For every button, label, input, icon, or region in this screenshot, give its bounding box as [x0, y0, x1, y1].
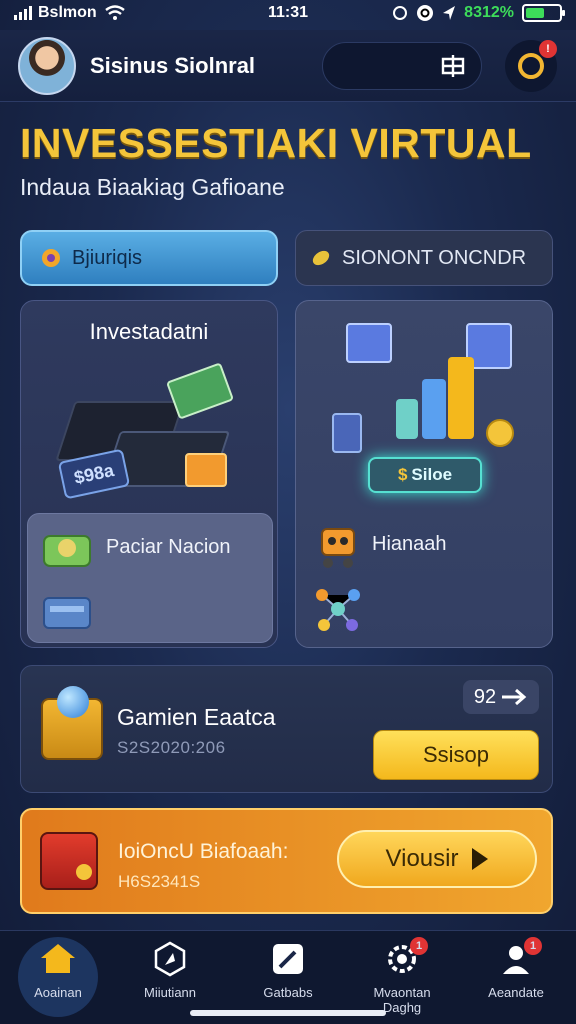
investment-card-title: Investadatni: [89, 319, 209, 344]
cash-stack-illustration: $98a: [51, 362, 251, 505]
home-indicator: [190, 1010, 386, 1016]
tabbar-item-explore[interactable]: Miiutiann: [124, 939, 216, 1000]
analytics-card[interactable]: $ Siloe Hianaah: [295, 300, 553, 648]
wifi-icon: [104, 5, 125, 20]
page-subtitle: Indaua Biaakiag Gafioane: [20, 174, 285, 200]
tabbar-item-home[interactable]: Aoainan: [12, 939, 104, 1000]
location-icon: [443, 6, 456, 20]
carrier-name: Bslmon: [38, 4, 97, 21]
home-icon: [41, 944, 75, 974]
promo-title: IoiOncU Biafoaah:: [118, 840, 289, 863]
count-pill[interactable]: 92: [463, 680, 539, 714]
promo-subtitle: H6S2341S: [118, 872, 201, 891]
page-title: INVESSESTIAKI VIRTUAL: [20, 120, 532, 166]
coin-box-icon: [43, 535, 91, 567]
treasure-chest-icon: [41, 686, 103, 760]
tabbar-item-games[interactable]: Gatbabs: [242, 939, 334, 1000]
search-bar[interactable]: [322, 42, 482, 90]
tabbar-label-games: Gatbabs: [263, 985, 313, 1000]
gift-box-icon: [40, 832, 98, 890]
username: Sisinus Siolnral: [90, 52, 256, 78]
dollar-icon: $: [397, 465, 408, 484]
storage-box-icon: [43, 597, 91, 629]
tabbar-label-account: Aeandate: [488, 985, 544, 1000]
grid-icon[interactable]: [439, 53, 467, 79]
sync-icon: [393, 6, 408, 20]
promo-play-button[interactable]: Viousir: [337, 830, 537, 888]
tabbar-item-account[interactable]: 1 Aeandate: [470, 937, 562, 1000]
game-action-button[interactable]: Ssisop: [373, 730, 539, 780]
settings-badge: 1: [410, 937, 428, 955]
ring-icon: [518, 53, 544, 79]
avatar[interactable]: [18, 36, 76, 95]
value-chip: $ Siloe: [368, 457, 482, 493]
tabbar-label-explore: Miiutiann: [143, 985, 197, 1000]
leaf-icon: [308, 245, 334, 271]
tab-primary-label: Bjiuriqis: [72, 246, 143, 269]
signal-icon: [14, 6, 32, 20]
pencil-icon: [273, 944, 303, 974]
app-header: Sisinus Siolnral !: [0, 30, 576, 102]
game-title: Gamien Eaatca: [117, 704, 276, 730]
notification-button[interactable]: !: [505, 40, 557, 92]
at-icon: [417, 5, 434, 21]
game-code: S2S2020:206: [117, 738, 226, 757]
value-chip-label: Siloe: [411, 465, 453, 484]
notification-badge: !: [539, 40, 557, 58]
network-icon: [316, 589, 360, 631]
tabbar-label-home: Aoainan: [34, 985, 82, 1000]
tab-secondary-label: SIONONT ONCNDR: [342, 246, 527, 269]
battery-icon: [522, 4, 565, 22]
count-value: 92: [473, 685, 497, 708]
tab-secondary[interactable]: SIONONT ONCNDR: [295, 230, 553, 286]
compass-icon: [154, 941, 186, 977]
tab-primary[interactable]: Bjiuriqis: [20, 230, 278, 286]
portfolio-label: Paciar Nacion: [106, 536, 231, 558]
gear-icon: [38, 245, 64, 271]
analytics-label: Hianaah: [372, 533, 447, 555]
game-card[interactable]: Gamien Eaatca S2S2020:206 92 Ssisop: [20, 665, 553, 793]
play-icon: [472, 848, 489, 870]
account-badge: 1: [524, 937, 542, 955]
promo-banner[interactable]: IoiOncU Biafoaah: H6S2341S Viousir: [20, 808, 553, 914]
promo-button-label: Viousir: [385, 845, 459, 872]
clock: 11:31: [267, 4, 309, 21]
battery-fill: [526, 8, 544, 18]
investment-card[interactable]: Investadatni $98a Paciar Nacion: [20, 300, 278, 648]
robot-icon: [321, 528, 355, 568]
status-bar: Bslmon 11:31 8312%: [0, 0, 576, 26]
arrow-right-icon: [502, 688, 527, 706]
battery-percent: 8312%: [464, 4, 514, 21]
portfolio-panel[interactable]: Paciar Nacion: [27, 513, 273, 643]
tabbar-item-settings[interactable]: 1 Mvaontan Daghg: [356, 937, 448, 1015]
